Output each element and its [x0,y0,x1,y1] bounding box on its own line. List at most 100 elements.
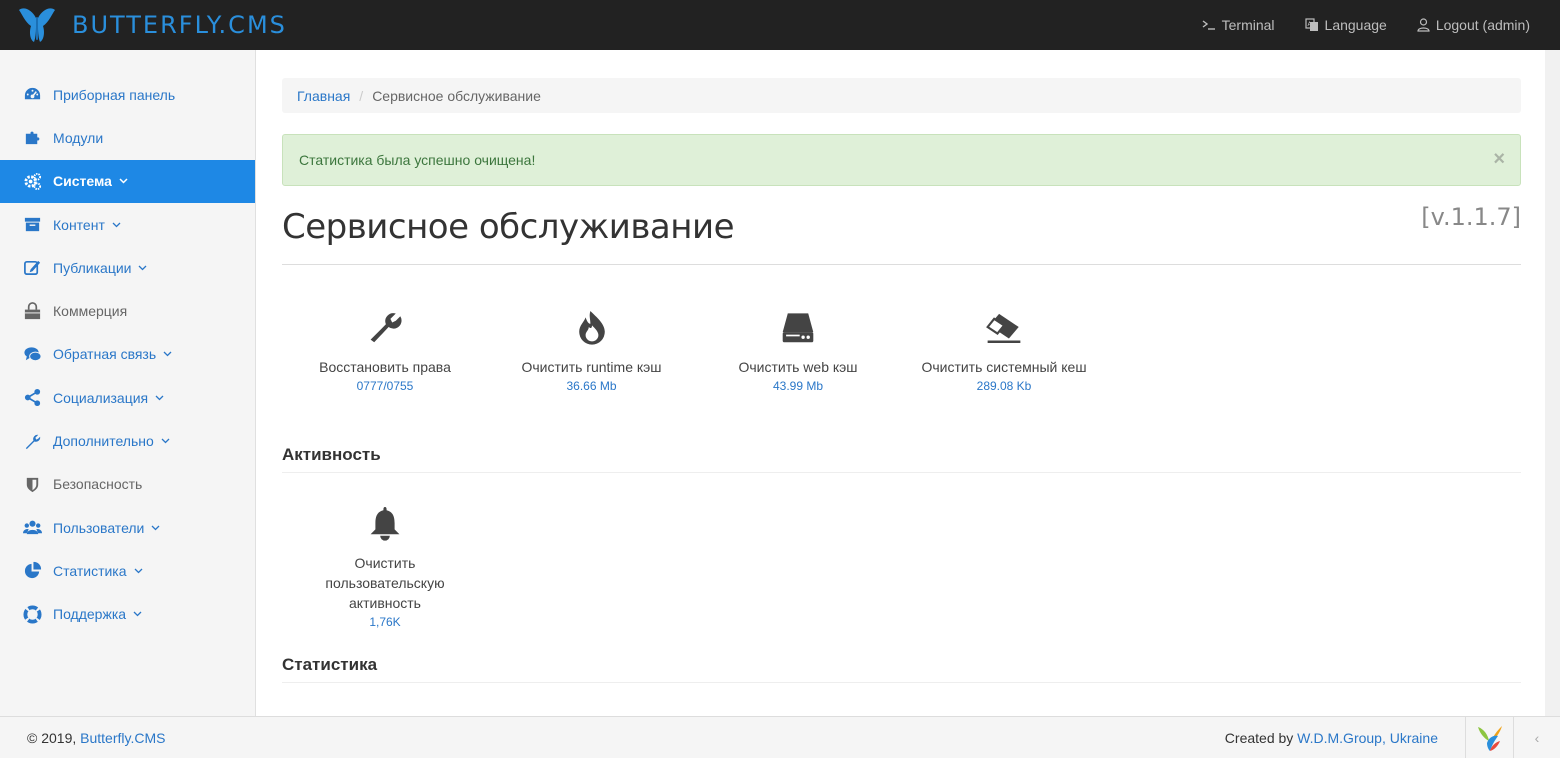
sidebar-item-label: Поддержка [53,606,127,623]
life-ring-icon [22,604,42,624]
success-alert: Статистика была успешно очищена! × [282,134,1521,186]
eraser-icon [918,307,1090,347]
language-icon: A [1304,18,1319,32]
chevron-down-icon [134,568,143,574]
copyright-text: © 2019, [27,729,77,746]
developer-link[interactable]: W.D.M.Group, Ukraine [1297,730,1438,746]
tool-value: 289.08 Kb [976,379,1032,393]
terminal-link[interactable]: Terminal [1202,17,1275,33]
sidebar-item-publications[interactable]: Публикации [0,246,255,289]
comments-icon [22,344,42,364]
tool-value: 1,76K [369,615,401,629]
shield-icon [22,474,42,494]
language-label: Language [1324,17,1387,33]
version-label: [v.1.1.7] [1421,203,1521,231]
edit-icon [22,258,42,278]
terminal-label: Terminal [1221,17,1275,33]
sidebar-item-label: Дополнительно [53,433,154,450]
close-icon[interactable]: × [1493,149,1505,169]
users-icon [22,518,42,538]
share-icon [22,388,42,408]
chevron-down-icon [133,611,142,617]
sidebar-item-users[interactable]: Пользователи [0,506,255,549]
footer: © 2019, Butterfly.CMS Created by W.D.M.G… [0,716,1560,758]
cogs-icon [22,171,42,191]
hdd-icon [735,307,861,347]
credit-text: Created by [1224,729,1294,746]
sidebar-item-dashboard[interactable]: Приборная панель [0,73,255,116]
sidebar-item-feedback[interactable]: Обратная связь [0,333,255,376]
sidebar-item-support[interactable]: Поддержка [0,593,255,636]
chevron-down-icon [138,265,147,271]
sidebar-item-system[interactable]: Система [0,159,255,203]
fire-icon [518,307,665,347]
sidebar-item-label: Коммерция [53,303,128,320]
sidebar-item-social[interactable]: Социализация [0,376,255,419]
clear-web-cache-button[interactable]: Очистить web кэш 43.99 Mb [735,307,861,393]
top-nav-menu: Terminal A Language Logout (admin) [1172,17,1530,33]
tool-label: Очистить системный кеш [921,359,1087,375]
tool-label: Восстановить права [319,359,451,375]
yii-debug-logo-icon[interactable] [1465,716,1513,758]
breadcrumb-current: Сервисное обслуживание [372,87,541,104]
cms-link[interactable]: Butterfly.CMS [80,730,165,746]
shopping-bag-icon [22,301,42,321]
bell-icon [302,503,468,543]
debug-toggle-button[interactable]: ‹ [1513,716,1560,758]
brand-logo-link[interactable]: BUTTERFLY.CMS [16,4,287,46]
sidebar-item-label: Модули [53,129,104,146]
dashboard-icon [22,85,42,105]
breadcrumb-separator: / [359,87,364,104]
page-title: Сервисное обслуживание [282,207,734,247]
clear-runtime-cache-button[interactable]: Очистить runtime кэш 36.66 Mb [518,307,665,393]
breadcrumb-home-link[interactable]: Главная [297,88,350,104]
breadcrumb: Главная / Сервисное обслуживание [282,78,1521,113]
tool-label: Очистить web кэш [738,359,858,375]
sidebar-item-label: Социализация [53,389,149,406]
sidebar-item-content[interactable]: Контент [0,203,255,246]
pie-chart-icon [22,561,42,581]
scrollbar[interactable] [1545,50,1560,716]
wrench-icon [316,307,454,347]
alert-message: Статистика была успешно очищена! [299,152,536,168]
archive-icon [22,215,42,235]
butterfly-logo-icon [19,8,55,43]
sidebar-item-statistics[interactable]: Статистика [0,549,255,592]
tool-label: Очистить runtime кэш [521,359,662,375]
sidebar-item-label: Безопасность [53,476,143,493]
footer-credit: Created by W.D.M.Group, Ukraine [1225,730,1438,746]
logout-link[interactable]: Logout (admin) [1417,17,1530,33]
maintenance-tools: Восстановить права 0777/0755 Очистить ru… [282,265,1521,445]
tool-value: 36.66 Mb [566,379,617,393]
tool-label: Очистить пользовательскую активность [302,553,468,613]
sidebar-item-label: Система [53,173,112,190]
chevron-down-icon [112,222,121,228]
restore-permissions-button[interactable]: Восстановить права 0777/0755 [316,307,454,393]
chevron-down-icon [119,178,128,184]
wrench-icon [22,431,42,451]
sidebar-item-label: Пользователи [53,519,145,536]
language-link[interactable]: A Language [1304,17,1387,33]
sidebar-item-additional[interactable]: Дополнительно [0,419,255,462]
sidebar-item-security[interactable]: Безопасность [0,463,255,506]
terminal-icon [1202,19,1216,31]
tool-label-line: Очистить [354,555,416,571]
clear-system-cache-button[interactable]: Очистить системный кеш 289.08 Kb [918,307,1090,393]
sidebar-item-label: Приборная панель [53,86,176,103]
sidebar-item-commerce[interactable]: Коммерция [0,289,255,332]
brand-name: BUTTERFLY.CMS [72,11,287,39]
sidebar-item-modules[interactable]: Модули [0,116,255,159]
user-icon [1417,18,1430,32]
chevron-down-icon [163,351,172,357]
chevron-down-icon [161,438,170,444]
puzzle-icon [22,128,42,148]
chevron-down-icon [155,395,164,401]
logout-label: Logout (admin) [1435,17,1530,33]
tool-label-line: активность [349,595,421,611]
sidebar-item-label: Публикации [53,259,132,276]
clear-user-activity-button[interactable]: Очистить пользовательскую активность 1,7… [302,503,468,629]
footer-copyright: © 2019, Butterfly.CMS [27,730,165,746]
activity-tools: Очистить пользовательскую активность 1,7… [282,473,1521,655]
sidebar: Приборная панель Модули Система Контент … [0,50,256,716]
sidebar-item-label: Статистика [53,562,127,579]
